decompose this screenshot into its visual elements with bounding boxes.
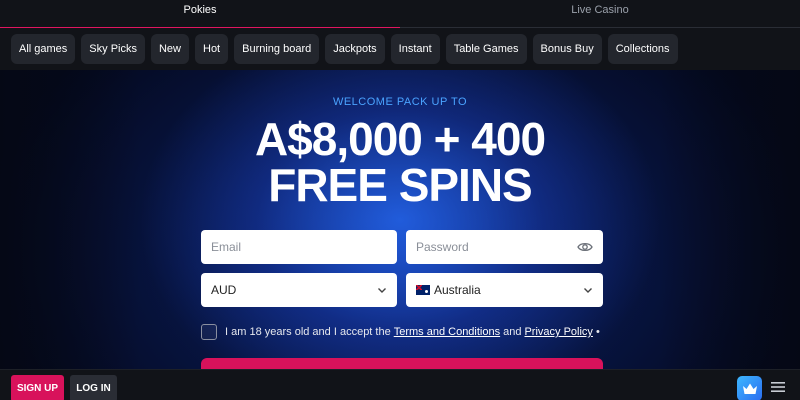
eye-icon[interactable] (577, 239, 593, 255)
page: Pokies Live Casino All games Sky Picks N… (0, 0, 800, 400)
terms-link[interactable]: Terms and Conditions (394, 326, 500, 338)
currency-value: AUD (211, 283, 237, 297)
bottom-bar: SIGN UP LOG IN (0, 369, 800, 400)
chip-table-games[interactable]: Table Games (445, 34, 527, 64)
chip-burning-board[interactable]: Burning board (234, 34, 320, 64)
country-selected: Australia (416, 283, 481, 297)
chip-new[interactable]: New (150, 34, 189, 64)
required-marker: • (595, 326, 600, 338)
chip-collections[interactable]: Collections (607, 34, 678, 64)
privacy-link[interactable]: Privacy Policy (524, 326, 592, 338)
email-input[interactable] (211, 240, 387, 254)
tab-divider (400, 0, 800, 28)
hero-fade-left (0, 70, 140, 370)
tab-pokies[interactable]: Pokies (0, 0, 400, 28)
headline-free-spins: FREE SPINS (268, 159, 533, 211)
chevron-down-icon (584, 288, 592, 293)
country-select[interactable]: Australia (406, 273, 603, 307)
country-value: Australia (434, 283, 481, 297)
chip-hot[interactable]: Hot (195, 34, 229, 64)
crown-icon[interactable] (737, 376, 762, 400)
chip-bonus-buy[interactable]: Bonus Buy (532, 34, 602, 64)
crown-icon-glyph (742, 383, 757, 394)
chevron-down-icon (378, 288, 386, 293)
terms-consent: I am 18 years old and I accept the Terms… (201, 324, 621, 340)
chip-sky-picks[interactable]: Sky Picks (81, 34, 145, 64)
chip-jackpots[interactable]: Jackpots (325, 34, 385, 64)
welcome-text: WELCOME PACK UP TO (332, 96, 468, 108)
password-field[interactable] (406, 230, 603, 264)
category-chips: All games Sky Picks New Hot Burning boar… (0, 28, 800, 70)
email-field[interactable] (201, 230, 397, 264)
terms-prefix: I am 18 years old and I accept the (225, 326, 391, 338)
currency-select[interactable]: AUD (201, 273, 397, 307)
hamburger-menu-icon[interactable] (770, 379, 786, 395)
terms-and: and (503, 326, 522, 338)
hero-banner: WELCOME PACK UP TO A$8,000 + 400 FREE SP… (0, 70, 800, 370)
signup-button[interactable]: SIGN UP (11, 375, 64, 400)
login-button[interactable]: LOG IN (70, 375, 117, 400)
headline-bonus-amount: A$8,000 + 400 (254, 113, 546, 165)
hero-fade-right (660, 70, 800, 370)
chip-all-games[interactable]: All games (11, 34, 76, 64)
age-terms-checkbox[interactable] (201, 324, 217, 340)
australia-flag-icon (416, 285, 430, 295)
chip-instant[interactable]: Instant (390, 34, 440, 64)
password-input[interactable] (416, 240, 577, 254)
